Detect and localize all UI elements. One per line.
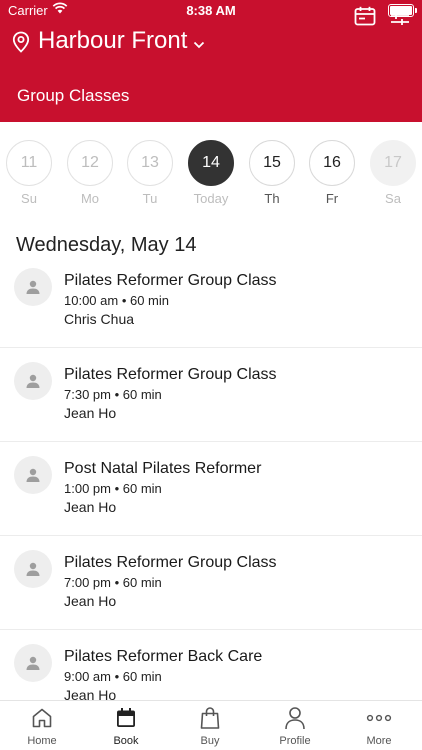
day-number: 17: [370, 140, 416, 186]
tab-label: Profile: [279, 735, 311, 747]
class-instructor: Chris Chua: [64, 311, 135, 327]
filter-icon[interactable]: [390, 6, 410, 31]
location-name: Harbour Front: [38, 27, 188, 54]
class-time: 7:00 pm • 60 min: [64, 575, 162, 590]
day-number: 11: [6, 140, 52, 186]
calendar-view-icon[interactable]: [354, 6, 376, 31]
tab-label: Home: [27, 735, 57, 747]
day-number: 12: [67, 140, 113, 186]
class-name: Post Natal Pilates Reformer: [64, 460, 262, 477]
tab-label: More: [366, 735, 392, 747]
day-item[interactable]: 13 Tu: [126, 140, 174, 206]
instructor-avatar-icon: [14, 362, 52, 400]
day-item[interactable]: 15 Th: [248, 140, 296, 206]
tab-label: Book: [113, 735, 139, 747]
day-number: 15: [249, 140, 295, 186]
day-item-selected[interactable]: 14 Today: [187, 140, 235, 206]
class-list-item[interactable]: Pilates Reformer Group Class 7:30 pm • 6…: [0, 348, 422, 442]
class-time: 10:00 am • 60 min: [64, 293, 169, 308]
day-number: 16: [309, 140, 355, 186]
class-name: Pilates Reformer Back Care: [64, 648, 263, 665]
tab-buy[interactable]: Buy: [168, 705, 252, 747]
day-picker: 11 Su 12 Mo 13 Tu 14 Today 15 Th 16 Fr 1…: [0, 140, 422, 212]
tab-bar: Home Book Buy Profile More: [0, 700, 422, 750]
day-number: 13: [127, 140, 173, 186]
class-time: 1:00 pm • 60 min: [64, 481, 162, 496]
section-title: Group Classes: [17, 86, 130, 105]
class-time: 9:00 am • 60 min: [64, 669, 162, 684]
class-name: Pilates Reformer Group Class: [64, 554, 277, 571]
class-instructor: Jean Ho: [64, 405, 117, 421]
day-label: Su: [21, 191, 37, 206]
class-instructor: Jean Ho: [64, 499, 117, 515]
tab-profile[interactable]: Profile: [253, 705, 337, 747]
class-list: Pilates Reformer Group Class 10:00 am • …: [0, 254, 422, 724]
instructor-avatar-icon: [14, 644, 52, 682]
class-list-item[interactable]: Pilates Reformer Group Class 10:00 am • …: [0, 254, 422, 348]
day-item[interactable]: 16 Fr: [308, 140, 356, 206]
class-time: 7:30 pm • 60 min: [64, 387, 162, 402]
header: Carrier 8:38 AM Harbour Front Group Clas…: [0, 0, 422, 122]
class-list-item[interactable]: Pilates Reformer Group Class 7:00 pm • 6…: [0, 536, 422, 630]
location-pin-icon: [12, 31, 30, 58]
person-icon: [253, 705, 337, 731]
chevron-down-icon: [193, 36, 205, 54]
day-item[interactable]: 11 Su: [5, 140, 53, 206]
more-icon: [337, 705, 421, 731]
class-list-item[interactable]: Post Natal Pilates Reformer 1:00 pm • 60…: [0, 442, 422, 536]
day-label: Tu: [142, 191, 158, 206]
tab-book[interactable]: Book: [84, 705, 168, 747]
calendar-icon: [84, 705, 168, 731]
day-label: Fr: [325, 191, 339, 206]
instructor-avatar-icon: [14, 456, 52, 494]
location-selector[interactable]: Harbour Front: [0, 26, 422, 60]
day-label: Mo: [80, 191, 100, 206]
tab-home[interactable]: Home: [0, 705, 84, 747]
class-instructor: Jean Ho: [64, 593, 117, 609]
day-number: 14: [188, 140, 234, 186]
day-item[interactable]: 12 Mo: [66, 140, 114, 206]
day-label: Sa: [385, 191, 401, 206]
class-name: Pilates Reformer Group Class: [64, 272, 277, 289]
day-label: Today: [193, 191, 229, 206]
class-name: Pilates Reformer Group Class: [64, 366, 277, 383]
day-item[interactable]: 17 Sa: [369, 140, 417, 206]
instructor-avatar-icon: [14, 268, 52, 306]
home-icon: [0, 705, 84, 731]
tab-more[interactable]: More: [337, 705, 421, 747]
instructor-avatar-icon: [14, 550, 52, 588]
tab-label: Buy: [200, 735, 220, 747]
bag-icon: [168, 705, 252, 731]
day-label: Th: [264, 191, 280, 206]
